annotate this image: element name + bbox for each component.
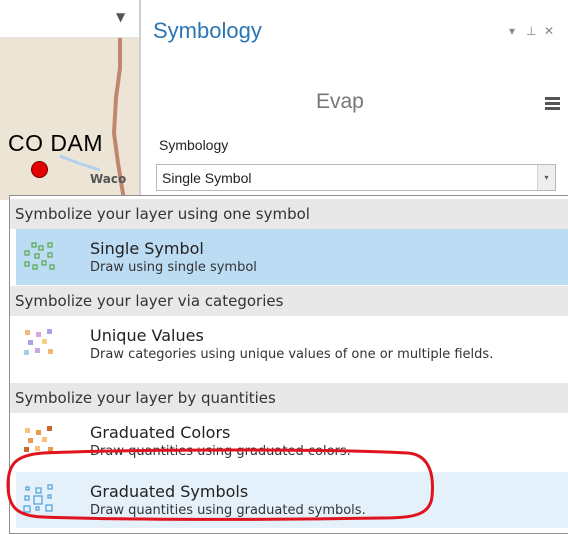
hamburger-menu-icon[interactable] [545, 97, 560, 110]
dam-point-marker[interactable] [31, 161, 48, 178]
option-title: Unique Values [90, 326, 204, 345]
symbology-field-label: Symbology [159, 137, 229, 153]
symbology-select[interactable]: Single Symbol ▾ [156, 164, 556, 191]
group-header-label: Symbolize your layer using one symbol [15, 205, 310, 223]
pane-options-icon[interactable]: ▾ [509, 24, 515, 38]
group-header-quantities: Symbolize your layer by quantities [10, 383, 568, 413]
unique-values-icon [24, 329, 53, 355]
annotation-highlight-ellipse [6, 448, 434, 521]
pin-icon[interactable]: ⊥ [526, 24, 536, 38]
layer-name: Evap [316, 90, 364, 113]
pane-title: Symbology [153, 18, 262, 43]
option-description: Draw using single symbol [90, 260, 257, 275]
map-toolbar: ▼ [0, 0, 139, 38]
chevron-down-icon[interactable]: ▾ [537, 165, 555, 190]
single-symbol-icon [24, 242, 55, 270]
close-icon[interactable]: ✕ [544, 24, 554, 38]
group-header-label: Symbolize your layer via categories [15, 292, 284, 310]
map-label-city: Waco [90, 172, 127, 186]
map-label-dam: CO DAM [8, 130, 103, 156]
option-description: Draw categories using unique values of o… [90, 347, 494, 362]
group-header-one-symbol: Symbolize your layer using one symbol [10, 199, 568, 229]
map-view[interactable]: ▼ CO DAM Waco [0, 0, 139, 200]
group-header-label: Symbolize your layer by quantities [15, 389, 276, 407]
option-title: Single Symbol [90, 239, 204, 258]
option-title: Graduated Colors [90, 423, 231, 442]
group-header-categories: Symbolize your layer via categories [10, 286, 568, 316]
symbology-pane: Symbology ▾ ⊥ ✕ Evap Symbology Single Sy… [141, 0, 568, 200]
collapse-arrow-icon[interactable]: ▼ [116, 10, 125, 24]
option-unique-values[interactable]: Unique Values Draw categories using uniq… [16, 316, 568, 372]
symbology-select-value: Single Symbol [162, 170, 252, 186]
option-single-symbol[interactable]: Single Symbol Draw using single symbol [16, 229, 568, 285]
